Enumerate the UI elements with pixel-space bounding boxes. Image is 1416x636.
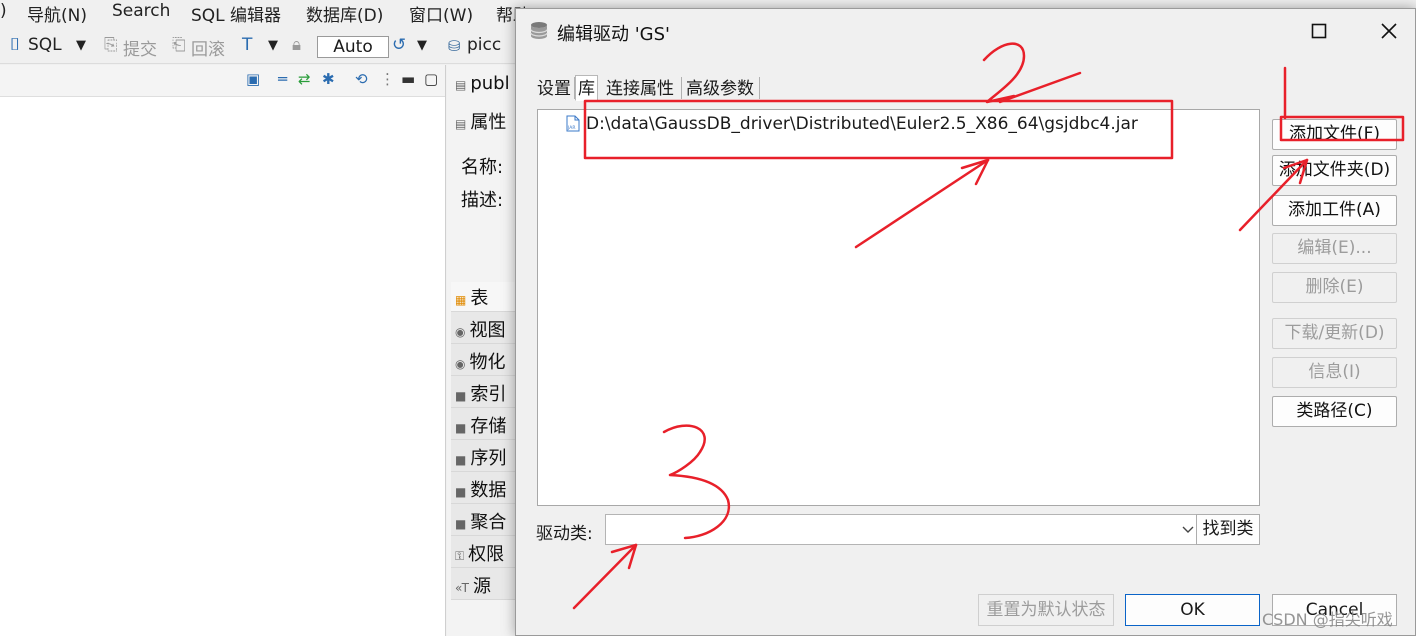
schema-tab[interactable]: ▤ publ [455,73,510,94]
menu-item-database[interactable]: 数据库(D) [306,1,383,26]
menu-item-search[interactable]: Search [112,1,170,21]
folder-icon: ■ [455,485,467,499]
commit-button[interactable]: 提交 [123,35,157,60]
folder-icon: ■ [455,389,467,403]
menu-item-sql-editor[interactable]: SQL 编辑器 [191,1,281,26]
driver-class-select[interactable] [605,514,1204,545]
sql-dropdown-icon[interactable]: ▼ [76,38,86,53]
close-icon [1381,23,1397,39]
list-item[interactable]: ■ 序列 [451,442,517,472]
tab-divider [759,77,760,99]
list-item[interactable]: ■ 存储 [451,410,517,440]
list-item[interactable]: ◉ 视图 [451,314,517,344]
postgres-icon: ⛁ [448,37,461,55]
refresh-icon[interactable]: ⟲ [355,70,368,88]
new-connection-icon[interactable]: ▣ [246,70,260,88]
folder-icon: ■ [455,421,467,435]
list-item[interactable]: ■ 索引 [451,378,517,408]
rollback-button[interactable]: 回滚 [191,35,225,60]
commit-icon: ⎘ [104,35,118,55]
library-path: D:\data\GaussDB_driver\Distributed\Euler… [586,114,1138,134]
library-list[interactable]: JAR D:\data\GaussDB_driver\Distributed\E… [537,109,1260,506]
navigator-toolbar: ▣ ═ ⇄ ✱ ⟲ ⋮ ▬ ▢ [0,65,445,97]
configure-icon[interactable]: ✱ [322,70,335,88]
list-item[interactable]: ⚿ 权限 [451,538,517,568]
document-icon: ▤ [455,117,467,131]
transaction-dropdown-icon[interactable]: ▼ [268,38,278,53]
svg-text:JAR: JAR [567,125,575,131]
tab-connection-properties[interactable]: 连接属性 [603,75,677,101]
navigator-pane: ▣ ═ ⇄ ✱ ⟲ ⋮ ▬ ▢ [0,65,446,636]
name-label: 名称: [461,157,504,178]
list-item[interactable]: ■ 数据 [451,474,517,504]
delete-button[interactable]: 删除(E) [1272,272,1397,303]
eye-icon: ◉ [455,357,466,371]
tab-libraries[interactable]: 库 [575,75,598,101]
dialog-title: 编辑驱动 'GS' [557,24,670,45]
lock-icon[interactable]: 🔒︎ [292,35,301,55]
watermark: CSDN @指尖听戏 [1262,610,1393,629]
dialog-title-bar: 编辑驱动 'GS' [516,9,1415,53]
rollback-icon: ⎗ [172,35,186,55]
driver-class-label: 驱动类: [536,524,593,544]
menu-item-navigate[interactable]: 导航(N) [27,1,87,26]
more-icon[interactable]: ⋮ [380,70,395,88]
auto-commit-field[interactable]: Auto [317,36,389,58]
eye-icon: ◉ [455,325,466,339]
list-item[interactable]: ■ 聚合 [451,506,517,536]
list-item[interactable]: ◉ 物化 [451,346,517,376]
list-item[interactable]: ▦ 表 [451,282,517,312]
maximize-icon [1311,23,1327,39]
find-class-button[interactable]: 找到类 [1196,514,1260,545]
maximize-button[interactable] [1296,15,1342,47]
folder-icon: ■ [455,517,467,531]
folder-icon: ■ [455,453,467,467]
history-dropdown-icon[interactable]: ▼ [417,38,427,53]
edit-button[interactable]: 编辑(E)... [1272,233,1397,264]
maximize-icon[interactable]: ▢ [424,70,438,88]
transaction-mode-icon[interactable]: T [242,35,252,55]
list-item[interactable]: «T 源 [451,570,517,600]
tab-settings[interactable]: 设置 [534,75,574,101]
source-icon: «T [455,581,470,595]
add-folder-button[interactable]: 添加文件夹(D) [1272,155,1397,186]
database-icon [530,22,548,39]
menu-item-window[interactable]: 窗口(W) [409,1,473,26]
collapse-icon[interactable]: ═ [278,70,287,88]
key-icon: ⚿ [455,549,465,563]
minimize-icon[interactable]: ▬ [401,70,415,88]
properties-tab[interactable]: ▤ 属性 [455,108,506,134]
close-button[interactable] [1366,15,1412,47]
sql-button[interactable]: SQL [28,35,62,55]
reset-defaults-button[interactable]: 重置为默认状态 [978,594,1114,626]
sql-icon: ⌷ [10,35,21,55]
add-artifact-button[interactable]: 添加工件(A) [1272,195,1397,226]
jar-file-icon: JAR [566,115,580,132]
ok-button[interactable]: OK [1125,594,1260,626]
description-label: 描述: [461,190,504,211]
link-icon[interactable]: ⇄ [298,70,311,88]
connection-selector[interactable]: picc [467,35,501,55]
document-icon: ▤ [455,78,467,92]
history-icon[interactable]: ↺ [392,35,406,55]
edit-driver-dialog: 编辑驱动 'GS' 设置 库 连接属性 高级参数 JAR D:\data\Gau… [515,8,1416,636]
classpath-button[interactable]: 类路径(C) [1272,396,1397,427]
menu-item-partial[interactable]: ) [0,1,7,21]
download-update-button[interactable]: 下载/更新(D) [1272,318,1397,349]
info-button[interactable]: 信息(I) [1272,357,1397,388]
tab-divider [681,77,682,99]
add-file-button[interactable]: 添加文件(F) [1272,119,1397,150]
table-icon: ▦ [455,293,467,307]
chevron-down-icon [1182,526,1194,533]
tab-advanced-parameters[interactable]: 高级参数 [683,75,757,101]
